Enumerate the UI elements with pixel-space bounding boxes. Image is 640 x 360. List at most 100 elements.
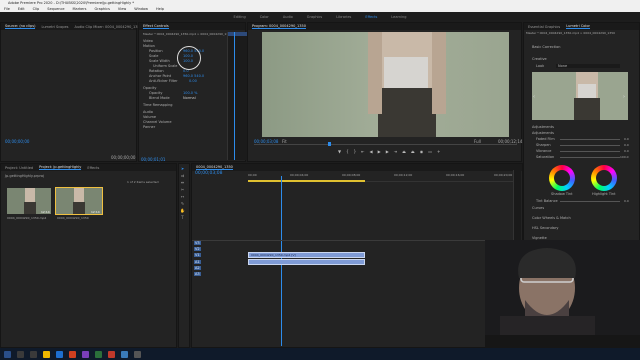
add-marker-icon[interactable]: ▼ (338, 149, 341, 154)
video-clip[interactable]: 0004_0004290_1350.mp4 [V] (248, 252, 365, 258)
sharpen-value[interactable]: 0.0 (624, 143, 629, 147)
section-time-remap[interactable]: Time Remapping (143, 103, 173, 107)
lumetri-section-wheels[interactable]: Color Wheels & Match (532, 216, 571, 220)
tab-lumetri-scopes[interactable]: Lumetri Scopes (41, 25, 68, 29)
adjustments-label[interactable]: Adjustments (532, 131, 554, 135)
start-icon[interactable] (4, 350, 11, 358)
comparison-view-icon[interactable]: ▭ (428, 149, 432, 154)
saturation-slider[interactable] (560, 157, 620, 158)
anchor-value[interactable]: 960.0 540.0 (183, 74, 204, 78)
program-scrub-bar[interactable] (254, 144, 517, 145)
tab-effects[interactable]: Effects (87, 166, 99, 170)
faded-film-slider[interactable] (560, 139, 620, 140)
tab-lumetri-color[interactable]: Lumetri Color (566, 24, 590, 29)
workspace-tab[interactable]: Color (260, 12, 269, 22)
program-playhead[interactable] (328, 142, 331, 146)
type-tool-icon[interactable]: T (180, 215, 185, 220)
look-preview[interactable]: ‹ › (532, 72, 628, 120)
opacity-value[interactable]: 100.0 % (183, 91, 197, 95)
tint-balance-value[interactable]: 0.0 (624, 199, 629, 203)
app-icon[interactable] (121, 350, 128, 358)
app-icon[interactable] (95, 350, 102, 358)
blend-mode-value[interactable]: Normal (183, 96, 196, 100)
workspace-tab[interactable]: Editing (234, 12, 246, 22)
lumetri-section-hsl[interactable]: HSL Secondary (532, 226, 558, 230)
tab-program[interactable]: Program: 0004_0004290_1350 (252, 24, 306, 29)
timeline-timecode[interactable]: 00;00;03;08 (195, 171, 222, 176)
ripple-edit-tool-icon[interactable]: ⇹ (180, 180, 185, 185)
lumetri-section-creative[interactable]: Creative (532, 57, 547, 61)
razor-tool-icon[interactable]: ✂ (180, 187, 185, 192)
webcam-person (485, 240, 640, 360)
audio-clip[interactable] (248, 259, 365, 265)
tint-balance-slider[interactable] (560, 201, 620, 202)
lift-icon[interactable]: ⏏ (402, 149, 406, 154)
task-view-icon[interactable] (30, 350, 37, 358)
look-prev-icon[interactable]: ‹ (533, 94, 535, 100)
play-icon[interactable]: ▶ (378, 149, 381, 154)
section-motion[interactable]: Motion (143, 44, 155, 48)
selection-tool-icon[interactable]: ➤ (180, 166, 185, 171)
pen-tool-icon[interactable]: ✎ (180, 201, 185, 206)
vibrance-slider[interactable] (560, 151, 620, 152)
section-channel-volume[interactable]: Channel Volume (143, 120, 172, 124)
time-ruler[interactable]: 00;00 00;00;04;00 00;00;08;00 00;00;12;0… (248, 172, 518, 182)
mark-out-icon[interactable]: } (354, 149, 357, 154)
app-icon[interactable] (134, 350, 141, 358)
shadow-tint-wheel[interactable] (549, 165, 575, 191)
shadow-tint-label: Shadow Tint (551, 192, 573, 196)
track-label: V2 (194, 247, 201, 251)
saturation-value[interactable]: 100.0 (620, 155, 629, 159)
lumetri-section-basic[interactable]: Basic Correction (532, 45, 561, 49)
track-header-a3[interactable]: A3 (192, 271, 246, 277)
transport-controls: ▼ { } ⇤ ◀ ▶ ▶ ⇥ ⏏ ⏏ ◉ ▭ + (338, 149, 440, 154)
track-header-v1[interactable]: V1 (192, 252, 246, 258)
vibrance-value[interactable]: 0.0 (624, 149, 629, 153)
row-uniform-scale[interactable]: Uniform Scale (153, 64, 177, 68)
look-dropdown[interactable]: None (556, 64, 620, 68)
step-back-icon[interactable]: ◀ (370, 149, 373, 154)
app-icon[interactable] (69, 350, 76, 358)
app-icon[interactable] (108, 350, 115, 358)
step-forward-icon[interactable]: ▶ (386, 149, 389, 154)
ruler-tick: 00;00 (248, 173, 257, 177)
track-select-tool-icon[interactable]: ⇉ (180, 173, 185, 178)
section-audio: Audio (143, 110, 153, 114)
go-to-out-icon[interactable]: ⇥ (394, 149, 397, 154)
tab-project-untitled[interactable]: Project: Untitled (5, 166, 33, 170)
tab-essential-graphics[interactable]: Essential Graphics (528, 25, 560, 29)
tab-sequence[interactable]: 0004_0004290_1350 (196, 165, 233, 170)
workspace-tab-active[interactable]: Effects (365, 12, 377, 22)
sharpen-slider[interactable] (560, 145, 620, 146)
search-icon[interactable] (17, 350, 24, 358)
slip-tool-icon[interactable]: ↔ (180, 194, 185, 199)
tab-project-jp[interactable]: Project: Jp.gettingHighly (39, 165, 82, 170)
highlight-tint-wheel[interactable] (591, 165, 617, 191)
file-explorer-icon[interactable] (43, 350, 50, 358)
section-panner[interactable]: Panner (143, 125, 155, 129)
workspace-tab[interactable]: Graphics (307, 12, 322, 22)
work-area-bar[interactable] (248, 180, 365, 182)
extract-icon[interactable]: ⏏ (411, 149, 415, 154)
look-next-icon[interactable]: › (623, 94, 625, 100)
lumetri-section-curves[interactable]: Curves (532, 206, 544, 210)
tab-source[interactable]: Source: (no clips) (5, 24, 36, 29)
workspace-tab[interactable]: Learning (391, 12, 406, 22)
premiere-pro-icon[interactable] (82, 350, 89, 358)
section-volume[interactable]: Volume (143, 115, 156, 119)
tab-audio-clip-mixer[interactable]: Audio Clip Mixer: 0004_0004290_1350 (75, 25, 142, 29)
workspace-tab[interactable]: Audio (283, 12, 293, 22)
export-frame-icon[interactable]: ◉ (420, 149, 424, 154)
hand-tool-icon[interactable]: ✋ (180, 208, 185, 213)
anti-flicker-value[interactable]: 0.00 (189, 79, 197, 83)
section-opacity[interactable]: Opacity (143, 86, 156, 90)
edge-icon[interactable] (56, 350, 63, 358)
go-to-in-icon[interactable]: ⇤ (361, 149, 364, 154)
selection-count: 1 of 2 items selected (127, 180, 159, 184)
keyframe-area[interactable] (227, 32, 248, 160)
settings-icon[interactable]: + (437, 149, 440, 154)
mark-in-icon[interactable]: { (346, 149, 349, 154)
tab-effect-controls[interactable]: Effect Controls (143, 24, 169, 29)
workspace-tab[interactable]: Libraries (336, 12, 351, 22)
faded-film-value[interactable]: 0.0 (624, 137, 629, 141)
